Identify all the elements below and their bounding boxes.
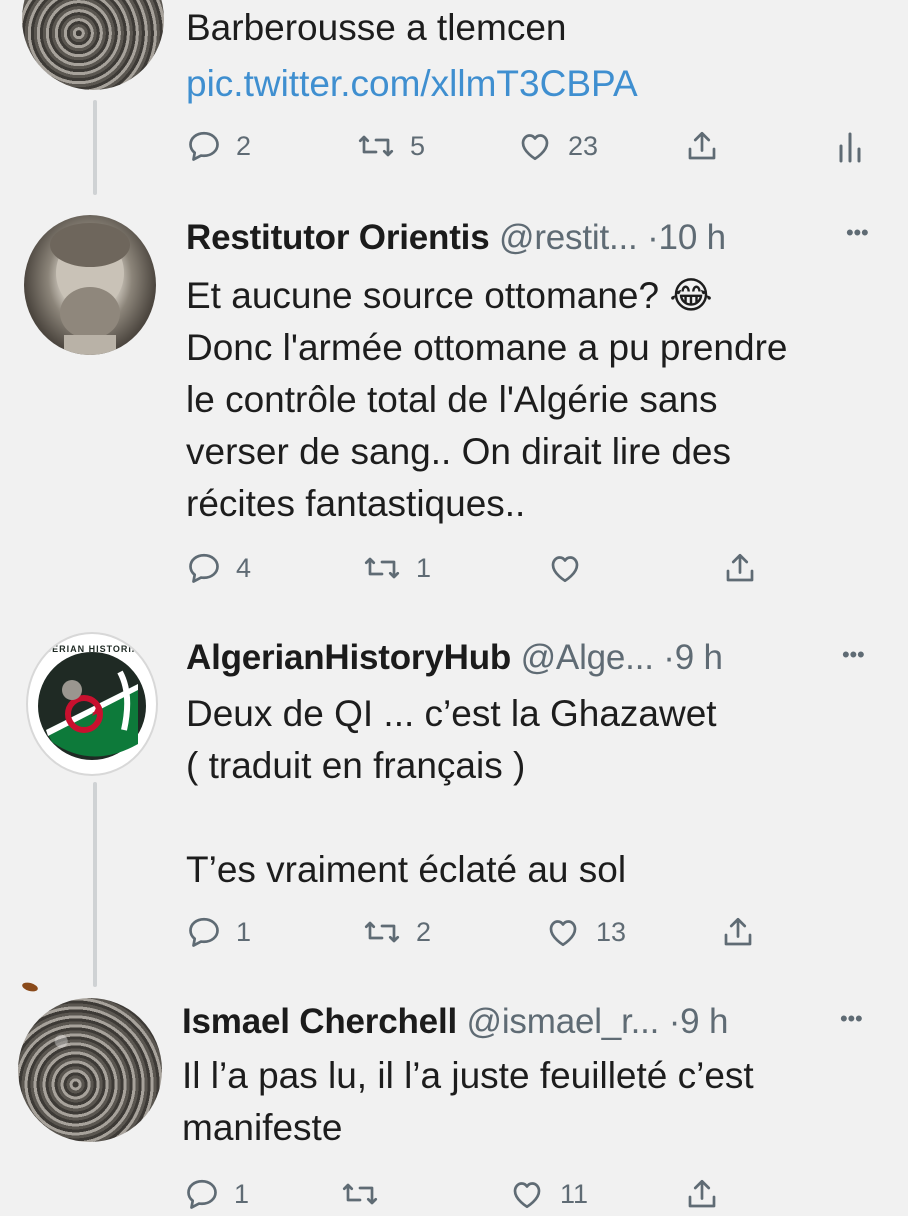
timestamp[interactable]: ·9 h <box>663 638 723 677</box>
tweet-text: Donc l'armée ottomane a pu prendre <box>186 327 788 368</box>
like-count: 11 <box>560 1178 589 1209</box>
tweet-text: Et aucune source ottomane? 😂 <box>186 275 713 316</box>
user-handle[interactable]: @ismael_r... <box>467 1002 660 1041</box>
retweet-count: 5 <box>410 130 426 161</box>
heart-icon <box>546 550 584 586</box>
display-name[interactable]: AlgerianHistoryHub <box>186 638 511 677</box>
reply-icon <box>186 128 222 164</box>
more-options-icon[interactable]: ••• <box>840 1006 863 1032</box>
share-icon <box>684 128 720 164</box>
heart-icon <box>508 1176 546 1212</box>
share-icon <box>684 1176 720 1212</box>
reply-button[interactable]: 2 <box>186 128 251 164</box>
retweet-button[interactable]: 2 <box>362 914 431 950</box>
analytics-icon <box>836 128 864 164</box>
like-button[interactable]: 11 <box>508 1176 588 1212</box>
retweet-icon <box>340 1176 380 1212</box>
thread-line <box>93 782 97 987</box>
tweet-text: manifeste <box>182 1107 343 1148</box>
reply-count: 4 <box>236 552 252 583</box>
avatar[interactable] <box>22 0 164 90</box>
more-options-icon[interactable]: ••• <box>846 220 869 246</box>
like-count: 23 <box>568 130 599 161</box>
retweet-icon <box>362 914 402 950</box>
tweet-header: Restitutor Orientis @restit... ·10 h <box>186 218 726 258</box>
reply-button[interactable]: 1 <box>184 1176 249 1212</box>
share-icon <box>722 550 758 586</box>
timestamp[interactable]: ·9 h <box>669 1002 729 1041</box>
analytics-button[interactable] <box>836 128 864 164</box>
screen-speck <box>21 981 39 993</box>
tweet-actions: 1 11 <box>184 1176 744 1216</box>
tweet-text: ( traduit en français ) <box>186 745 526 786</box>
like-button[interactable]: 23 <box>516 128 598 164</box>
more-options-icon[interactable]: ••• <box>842 642 865 668</box>
retweet-button[interactable]: 1 <box>362 550 431 586</box>
logo-text: ALGERIAN HISTORIANS <box>30 644 154 654</box>
tweet-text: Il l’a pas lu, il l’a juste feuilleté c’… <box>182 1055 754 1096</box>
avatar[interactable] <box>18 998 162 1142</box>
retweet-count: 1 <box>416 552 432 583</box>
share-button[interactable] <box>722 550 758 586</box>
avatar[interactable] <box>24 215 156 355</box>
tweet-header: AlgerianHistoryHub @Alge... ·9 h <box>186 638 723 678</box>
tweet-actions: 4 1 <box>186 550 786 590</box>
thread-line <box>93 100 97 195</box>
timestamp[interactable]: ·10 h <box>647 218 726 257</box>
heart-icon <box>544 914 582 950</box>
reply-icon <box>186 914 222 950</box>
display-name[interactable]: Ismael Cherchell <box>182 1002 457 1041</box>
statue-head-icon <box>50 223 130 355</box>
tweet-text: le contrôle total de l'Algérie sans <box>186 379 718 420</box>
reply-icon <box>184 1176 220 1212</box>
retweet-count: 2 <box>416 916 432 947</box>
tweet-text: T’es vraiment éclaté au sol <box>186 849 627 890</box>
reply-button[interactable]: 1 <box>186 914 251 950</box>
share-icon <box>720 914 756 950</box>
reply-icon <box>186 550 222 586</box>
user-handle[interactable]: @Alge... <box>521 638 654 677</box>
tweet-actions: 1 2 13 <box>186 914 786 954</box>
tweet-link[interactable]: pic.twitter.com/xllmT3CBPA <box>186 58 638 110</box>
retweet-button[interactable]: 5 <box>356 128 425 164</box>
tweet-text: Deux de QI ... c’est la Ghazawet <box>186 693 717 734</box>
tweet-text: Barberousse a tlemcen <box>186 7 567 48</box>
user-handle[interactable]: @restit... <box>499 218 638 257</box>
tweet-header: Ismael Cherchell @ismael_r... ·9 h <box>182 1002 728 1042</box>
retweet-icon <box>362 550 402 586</box>
tweet-text: récites fantastiques.. <box>186 483 526 524</box>
reply-button[interactable]: 4 <box>186 550 251 586</box>
display-name[interactable]: Restitutor Orientis <box>186 218 490 257</box>
share-button[interactable] <box>720 914 756 950</box>
like-button[interactable] <box>546 550 584 586</box>
retweet-button[interactable] <box>340 1176 380 1212</box>
reply-count: 1 <box>236 916 252 947</box>
share-button[interactable] <box>684 1176 720 1212</box>
tweet-actions: 2 5 23 <box>186 128 876 168</box>
algerian-historians-logo <box>38 652 146 760</box>
tweet-text: verser de sang.. On dirait lire des <box>186 431 731 472</box>
reply-count: 1 <box>234 1178 250 1209</box>
reply-count: 2 <box>236 130 252 161</box>
like-button[interactable]: 13 <box>544 914 626 950</box>
share-button[interactable] <box>684 128 720 164</box>
like-count: 13 <box>596 916 627 947</box>
avatar[interactable]: ALGERIAN HISTORIANS <box>26 632 158 776</box>
heart-icon <box>516 128 554 164</box>
retweet-icon <box>356 128 396 164</box>
